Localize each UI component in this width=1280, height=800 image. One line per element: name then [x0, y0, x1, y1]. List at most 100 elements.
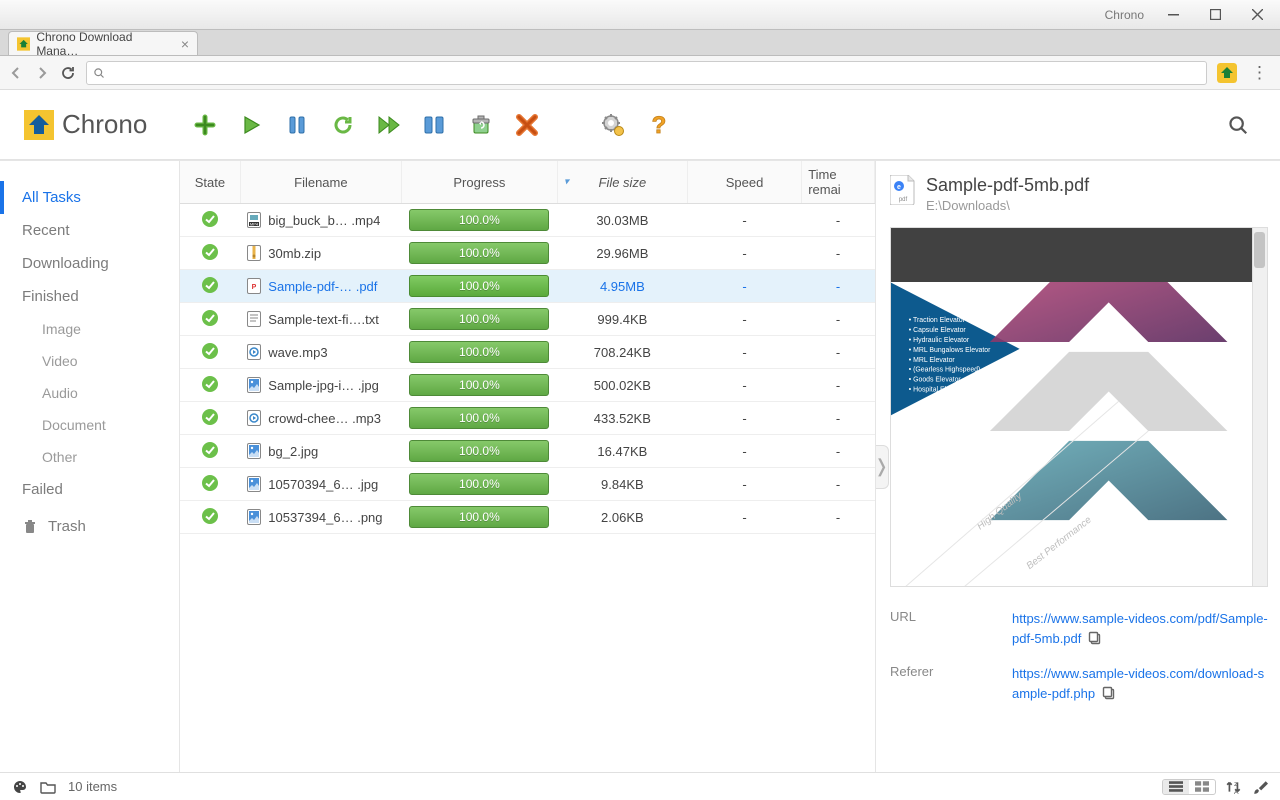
open-folder-icon[interactable]: [40, 779, 56, 795]
col-time-remaining[interactable]: Time remai: [802, 161, 875, 204]
add-task-button[interactable]: [187, 107, 223, 143]
table-row[interactable]: PSample-pdf-… .pdf100.0%4.95MB--: [180, 270, 875, 303]
tab-close-icon[interactable]: ×: [181, 36, 189, 52]
check-icon: [201, 408, 219, 426]
time-remaining-cell: -: [802, 501, 875, 534]
sidebar-item-document[interactable]: Document: [0, 409, 179, 441]
sidebar-item-downloading[interactable]: Downloading: [0, 247, 179, 280]
progress-bar: 100.0%: [409, 242, 549, 264]
state-cell: [180, 369, 240, 402]
window-close-button[interactable]: [1236, 1, 1278, 29]
pause-button[interactable]: [279, 107, 315, 143]
sidebar-item-other[interactable]: Other: [0, 441, 179, 473]
progress-cell: 100.0%: [401, 237, 557, 270]
col-filename[interactable]: Filename: [240, 161, 401, 204]
app-brand: Chrono: [24, 109, 147, 140]
svg-text:?: ?: [652, 113, 667, 137]
window-maximize-button[interactable]: [1194, 1, 1236, 29]
sidebar-item-recent[interactable]: Recent: [0, 214, 179, 247]
resume-button[interactable]: [233, 107, 269, 143]
filesize-cell: 999.4KB: [557, 303, 687, 336]
nav-reload-button[interactable]: [60, 65, 76, 81]
view-list-icon[interactable]: [1163, 780, 1189, 794]
sidebar-item-failed[interactable]: Failed: [0, 473, 179, 506]
brush-icon[interactable]: [1252, 779, 1268, 795]
sort-icon[interactable]: [1226, 779, 1242, 795]
table-row[interactable]: crowd-chee… .mp3100.0%433.52KB--: [180, 402, 875, 435]
progress-cell: 100.0%: [401, 435, 557, 468]
speed-cell: -: [687, 402, 801, 435]
table-row[interactable]: MP4big_buck_b… .mp4100.0%30.03MB--: [180, 204, 875, 237]
copy-icon[interactable]: [1102, 686, 1116, 706]
table-row[interactable]: Sample-text-fi….txt100.0%999.4KB--: [180, 303, 875, 336]
browser-menu-button[interactable]: ⋮: [1247, 63, 1272, 83]
check-icon: [201, 507, 219, 525]
filesize-cell: 9.84KB: [557, 468, 687, 501]
table-row[interactable]: 10537394_6… .png100.0%2.06KB--: [180, 501, 875, 534]
state-cell: [180, 402, 240, 435]
preview-scrollbar[interactable]: [1252, 228, 1267, 586]
speed-cell: -: [687, 237, 801, 270]
state-cell: [180, 237, 240, 270]
filesize-cell: 4.95MB: [557, 270, 687, 303]
browser-tabstrip: Chrono Download Mana… ×: [0, 30, 1280, 56]
resume-all-button[interactable]: [371, 107, 407, 143]
delete-button[interactable]: [509, 107, 545, 143]
browser-tab[interactable]: Chrono Download Mana… ×: [8, 31, 198, 55]
table-row[interactable]: Sample-jpg-i… .jpg100.0%500.02KB--: [180, 369, 875, 402]
theme-icon[interactable]: [12, 779, 28, 795]
sidebar: All Tasks Recent Downloading Finished Im…: [0, 161, 180, 772]
sidebar-item-trash[interactable]: Trash: [0, 510, 179, 543]
col-filesize[interactable]: File size: [557, 161, 687, 204]
meta-referer-value[interactable]: https://www.sample-videos.com/download-s…: [1012, 664, 1268, 705]
progress-bar: 100.0%: [409, 308, 549, 330]
pause-all-button[interactable]: [417, 107, 453, 143]
time-remaining-cell: -: [802, 468, 875, 501]
copy-icon[interactable]: [1088, 631, 1102, 651]
settings-button[interactable]: [595, 107, 631, 143]
view-toggle[interactable]: [1162, 779, 1216, 795]
sidebar-item-audio[interactable]: Audio: [0, 377, 179, 409]
nav-back-button[interactable]: [8, 65, 24, 81]
statusbar: 10 items: [0, 772, 1280, 800]
filesize-cell: 708.24KB: [557, 336, 687, 369]
chrono-extension-icon[interactable]: [1217, 63, 1237, 83]
main-area: All Tasks Recent Downloading Finished Im…: [0, 160, 1280, 772]
speed-cell: -: [687, 204, 801, 237]
svg-text:• Goods Elevator: • Goods Elevator: [909, 377, 962, 384]
progress-bar: 100.0%: [409, 506, 549, 528]
sidebar-item-image[interactable]: Image: [0, 313, 179, 345]
col-progress[interactable]: Progress: [401, 161, 557, 204]
table-row[interactable]: wave.mp3100.0%708.24KB--: [180, 336, 875, 369]
state-cell: [180, 501, 240, 534]
col-speed[interactable]: Speed: [687, 161, 801, 204]
time-remaining-cell: -: [802, 204, 875, 237]
meta-url-value[interactable]: https://www.sample-videos.com/pdf/Sample…: [1012, 609, 1268, 650]
clean-button[interactable]: [463, 107, 499, 143]
search-button[interactable]: [1220, 107, 1256, 143]
nav-forward-button[interactable]: [34, 65, 50, 81]
address-bar[interactable]: [86, 61, 1207, 85]
table-row[interactable]: 30mb.zip100.0%29.96MB--: [180, 237, 875, 270]
downloads-table: State Filename Progress File size Speed …: [180, 161, 875, 772]
window-minimize-button[interactable]: [1152, 1, 1194, 29]
view-grid-icon[interactable]: [1189, 780, 1215, 794]
sidebar-item-finished[interactable]: Finished: [0, 280, 179, 313]
filename-cell: MP4big_buck_b… .mp4: [240, 204, 401, 237]
progress-bar: 100.0%: [409, 374, 549, 396]
details-toggle-handle[interactable]: ❭: [875, 445, 889, 489]
progress-cell: 100.0%: [401, 303, 557, 336]
svg-text:• (Gearless Highspeed): • (Gearless Highspeed): [909, 367, 981, 374]
retry-button[interactable]: [325, 107, 361, 143]
filename-cell: Sample-text-fi….txt: [240, 303, 401, 336]
speed-cell: -: [687, 501, 801, 534]
sidebar-item-video[interactable]: Video: [0, 345, 179, 377]
sidebar-item-all-tasks[interactable]: All Tasks: [0, 181, 179, 214]
help-button[interactable]: ?: [641, 107, 677, 143]
col-state[interactable]: State: [180, 161, 240, 204]
filename-cell: bg_2.jpg: [240, 435, 401, 468]
check-icon: [201, 210, 219, 228]
table-row[interactable]: bg_2.jpg100.0%16.47KB--: [180, 435, 875, 468]
table-row[interactable]: 10570394_6… .jpg100.0%9.84KB--: [180, 468, 875, 501]
time-remaining-cell: -: [802, 402, 875, 435]
